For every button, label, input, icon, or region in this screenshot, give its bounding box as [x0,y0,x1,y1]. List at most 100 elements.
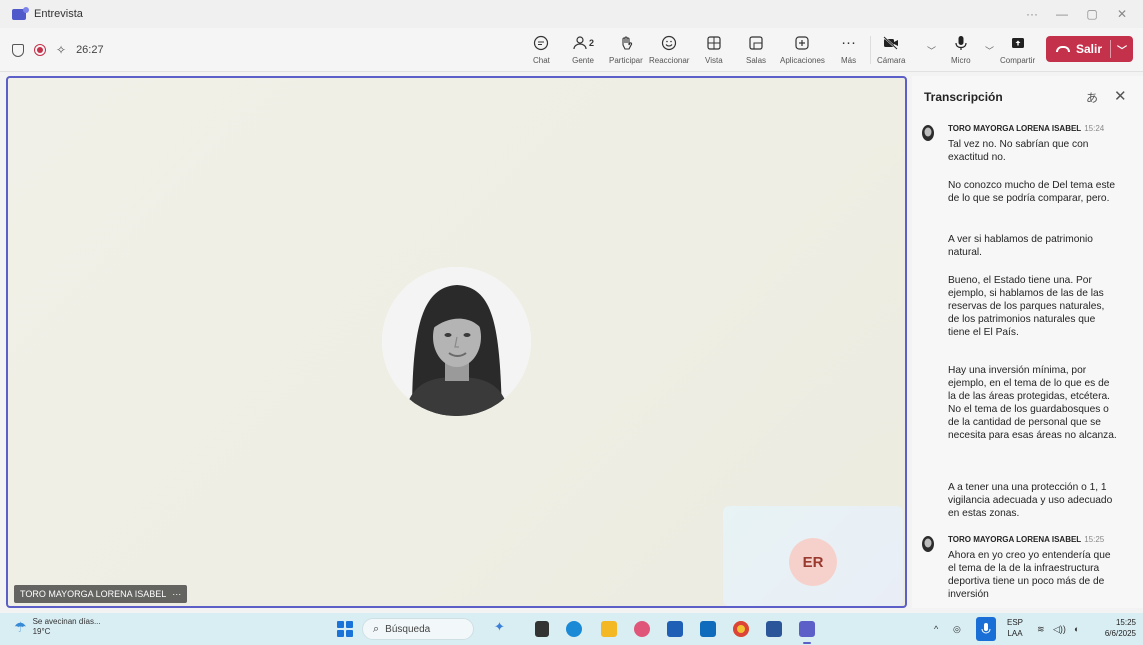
smiley-icon [661,34,677,52]
outlook-icon[interactable] [700,621,716,637]
chrome-icon[interactable] [733,621,749,637]
transcript-paragraph: Tal vez no. No sabrían que con exactitud… [948,139,1089,163]
clock-date: 6/6/2025 [1104,629,1136,638]
mic-button[interactable]: Micro [951,34,971,68]
speaker-avatar-icon [922,125,934,141]
transcript-title: Transcripción [924,90,1003,104]
window-title: Entrevista [34,8,83,20]
windows-taskbar: ☂ Se avecinan días... 19°C ⌕ Búsqueda ✦ … [0,613,1143,645]
breakout-rooms-button[interactable]: Salas [746,34,766,68]
plus-box-icon [794,34,810,52]
maximize-icon[interactable]: ▢ [1077,7,1107,21]
transcript-paragraph: A ver si hablamos de patrimonio natural. [948,234,1093,258]
file-explorer-icon[interactable] [601,621,617,637]
wifi-icon[interactable]: ≋ [1037,613,1045,645]
chat-button[interactable]: Chat [533,34,550,68]
breakout-rooms-icon [748,34,764,52]
window-title-bar: Entrevista ··· — ▢ ✕ [0,0,1143,28]
onedrive-icon[interactable]: ◎ [953,613,961,645]
more-dots-icon: ··· [841,34,857,51]
input-language[interactable]: ESP LAA [1004,617,1026,639]
task-view-icon[interactable] [535,621,549,637]
react-button[interactable]: Reaccionar [649,34,689,68]
microphone-icon [954,34,968,52]
window-controls: ··· — ▢ ✕ [1017,0,1137,28]
participant-avatar[interactable] [382,267,531,416]
meeting-stage: ER TORO MAYORGA LORENA ISABEL ··· [6,76,907,608]
recording-icon [34,44,46,56]
people-button[interactable]: 2 Gente [572,34,594,68]
weather-rain-icon: ☂ [14,618,27,635]
edge-browser-icon[interactable] [566,621,582,637]
leave-options-chevron-icon[interactable]: ﹀ [1117,42,1127,57]
transcript-meta: TORO MAYORGA LORENA ISABEL 15:25 [948,535,1104,544]
people-count: 2 [589,38,595,48]
windows-start-icon[interactable] [337,621,353,637]
meeting-status: ✧ 26:27 [12,28,104,72]
name-tag-more-icon[interactable]: ··· [172,589,181,599]
transcript-paragraph: Bueno, el Estado tiene una. Por ejemplo,… [948,275,1105,338]
volume-icon[interactable]: ◁)) [1053,613,1066,645]
search-placeholder: Búsqueda [385,623,431,635]
people-icon: 2 [572,34,594,52]
transcript-speaker: TORO MAYORGA LORENA ISABEL [948,535,1082,544]
word-icon[interactable] [766,621,782,637]
window-more-icon[interactable]: ··· [1017,7,1047,21]
transcript-paragraph: Hay una inversión mínima, por ejemplo, e… [948,365,1117,441]
weather-text: Se avecinan días... [32,617,101,626]
speaker-name: TORO MAYORGA LORENA ISABEL [20,589,167,599]
language-settings-icon[interactable]: あ [1086,89,1098,106]
meeting-timer: 26:27 [76,44,104,56]
copilot-sparkle-icon[interactable]: ✦ [494,619,510,635]
transcript-time: 15:25 [1084,535,1105,544]
battery-icon[interactable]: ◐ [1074,613,1079,645]
camera-button[interactable]: Cámara [877,34,905,68]
transcript-paragraph: Ahora en yo creo yo entendería que el te… [948,550,1111,600]
transcript-header: Transcripción あ ✕ [912,76,1143,118]
mic-options-chevron-icon[interactable]: ﹀ [985,44,994,57]
shield-icon [12,43,24,57]
share-button[interactable]: Compartir [1000,34,1035,68]
minimize-icon[interactable]: — [1047,7,1077,21]
meeting-toolbar: ✧ 26:27 Chat 2 Gente Participar Reaccion… [0,28,1143,72]
sparkle-icon: ✧ [56,43,67,57]
transcript-meta: TORO MAYORGA LORENA ISABEL 15:24 [948,124,1104,133]
chat-icon [533,34,549,52]
camera-options-chevron-icon[interactable]: ﹀ [927,44,936,57]
weather-temperature: 19°C [32,627,51,636]
leave-button[interactable]: Salir ﹀ [1046,36,1133,62]
camera-off-icon [882,34,900,52]
raise-hand-icon [618,34,634,52]
transcript-speaker: TORO MAYORGA LORENA ISABEL [948,124,1082,133]
raise-hand-button[interactable]: Participar [609,34,643,68]
speaker-name-tag[interactable]: TORO MAYORGA LORENA ISABEL ··· [14,585,188,603]
view-grid-icon [706,34,722,52]
mic-in-use-icon[interactable] [976,617,996,641]
share-screen-icon [1010,34,1026,52]
transcript-paragraph: No conozco mucho de Del tema este de lo … [948,180,1116,204]
close-window-icon[interactable]: ✕ [1107,7,1137,21]
more-button[interactable]: ··· Más [841,34,856,68]
transcript-paragraph: A a tener una una protección o 1, 1 vigi… [948,482,1113,519]
speaker-avatar-icon [922,536,934,552]
taskbar-search[interactable]: ⌕ Búsqueda [362,618,474,640]
participant-photo [382,267,531,416]
store-icon[interactable] [667,621,683,637]
view-button[interactable]: Vista [705,34,723,68]
teams-logo-icon [12,6,29,20]
taskbar-clock[interactable]: 15:25 6/6/2025 [1094,617,1136,639]
transcript-panel: Transcripción あ ✕ TORO MAYORGA LORENA IS… [912,76,1143,608]
leave-label: Salir [1076,42,1103,56]
weather-widget[interactable]: ☂ Se avecinan días... 19°C [14,617,101,637]
self-video-tile[interactable]: ER [723,506,903,606]
toolbar-divider [870,36,871,64]
teams-taskbar-icon[interactable] [799,621,815,637]
tray-expand-icon[interactable]: ^ [934,613,938,645]
apps-button[interactable]: Aplicaciones [780,34,825,68]
clock-time: 15:25 [1115,618,1136,627]
copilot-app-icon[interactable] [634,621,650,637]
self-avatar-initials: ER [789,538,837,586]
search-icon: ⌕ [373,622,380,635]
phone-hangup-icon [1056,46,1070,52]
close-panel-icon[interactable]: ✕ [1114,87,1127,105]
